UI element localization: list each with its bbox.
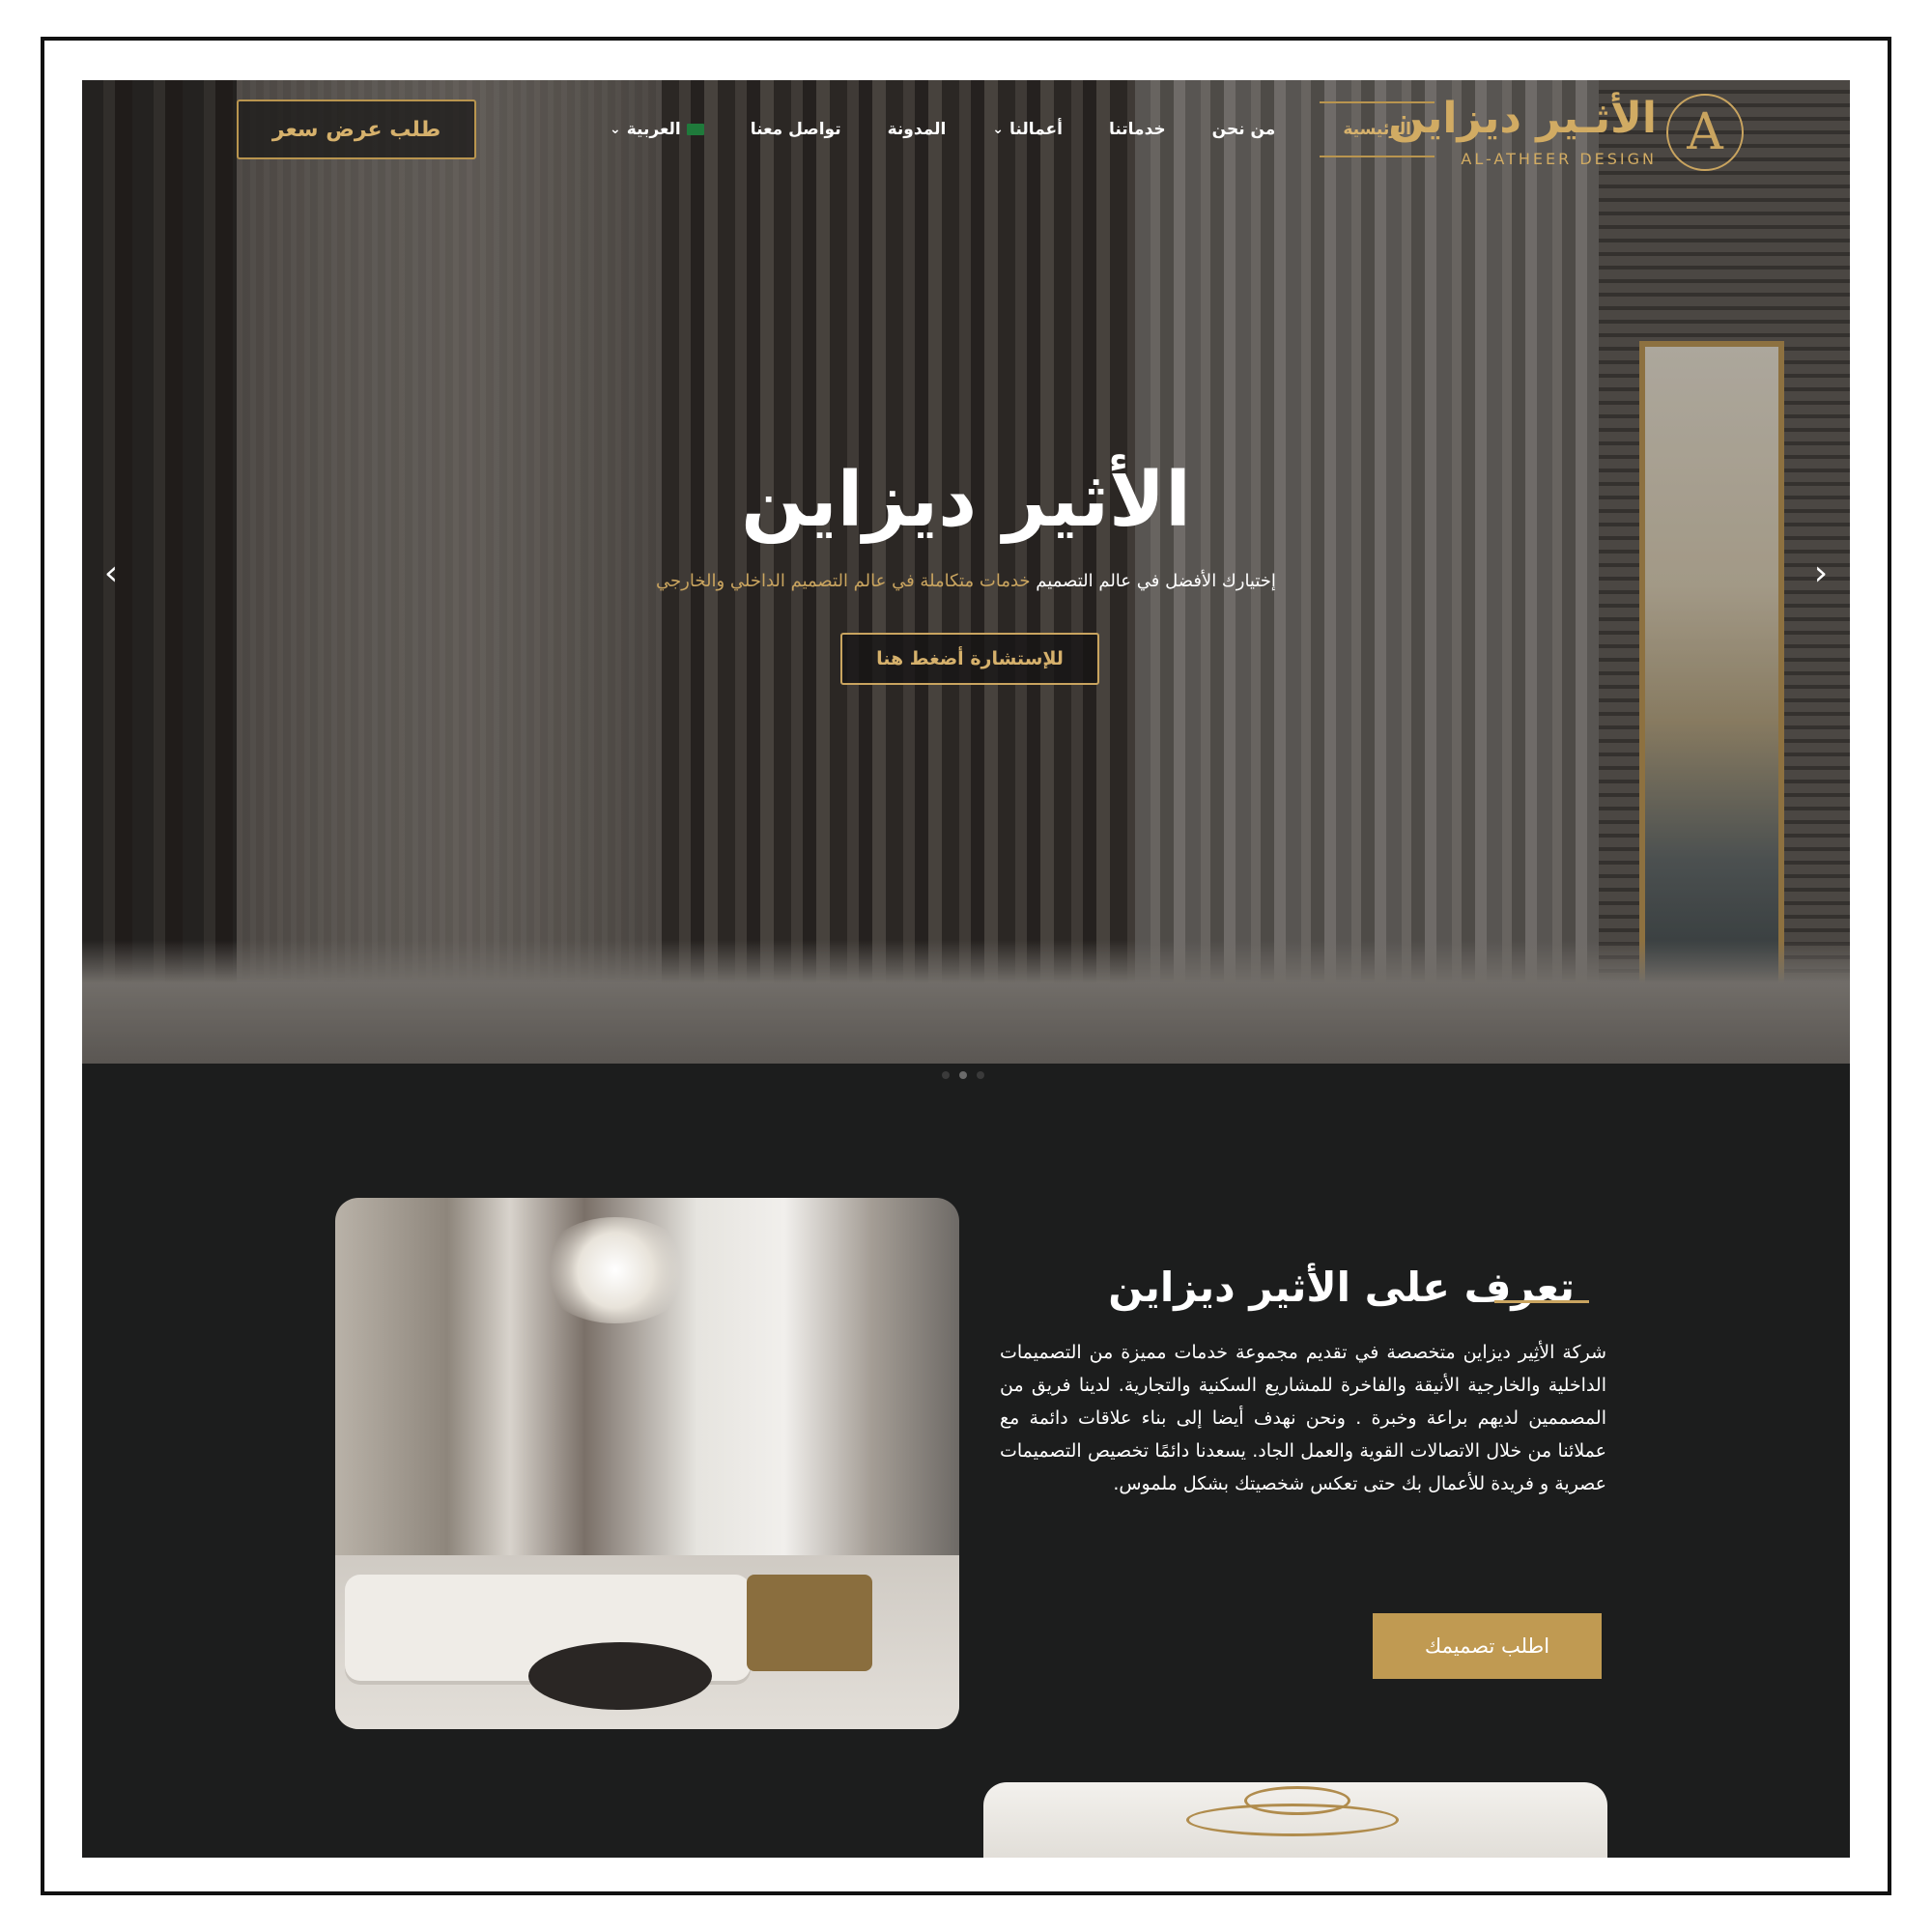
chevron-left-icon[interactable]: ‹ [92, 554, 130, 593]
hero-subtitle: إختيارك الأفضل في عالم التصميم خدمات متك… [82, 571, 1850, 591]
image-table [528, 1642, 712, 1710]
slider-dot[interactable] [942, 1071, 950, 1079]
main-menu: الرئيسية من نحن خدماتنا أعمالنا ⌄ المدونة… [563, 99, 1435, 159]
chevron-down-icon: ⌄ [610, 122, 621, 137]
request-quote-button[interactable]: طلب عرض سعر [237, 99, 476, 159]
about-title: تعرف على الأثير ديزاين [1108, 1264, 1575, 1311]
hero-subtitle-white: إختيارك الأفضل في عالم التصميم [1036, 571, 1276, 591]
about-description: شركة الأثِير ديزاين متخصصة في تقديم مجمو… [1000, 1342, 1606, 1494]
site-logo[interactable]: الأثـير ديزاين AL-ATHEER DESIGN A [1388, 94, 1792, 181]
logo-english-text: AL-ATHEER DESIGN [1461, 150, 1657, 168]
language-selector[interactable]: العربية ⌄ [610, 120, 704, 139]
nav-blog[interactable]: المدونة [888, 120, 947, 139]
request-design-button[interactable]: اطلب تصميمك [1373, 1613, 1602, 1679]
title-accent-line [1494, 1300, 1589, 1303]
image-ring-light [1244, 1786, 1350, 1815]
slider-dot-active[interactable] [959, 1071, 967, 1079]
hero-title: الأثير ديزاين [741, 457, 1191, 544]
nav-blog-label: المدونة [887, 120, 947, 139]
hero-slider: طلب عرض سعر الرئيسية من نحن خدماتنا أعما… [82, 80, 1850, 1064]
chevron-right-icon[interactable]: › [1802, 554, 1840, 593]
language-label: العربية [626, 120, 681, 139]
hero-subtitle-gold: خدمات متكاملة في عالم التصميم الداخلي وا… [656, 571, 1031, 591]
nav-services[interactable]: خدماتنا [1109, 120, 1166, 139]
slider-dot[interactable] [977, 1071, 984, 1079]
nav-services-label: خدماتنا [1108, 120, 1166, 139]
top-navigation: طلب عرض سعر الرئيسية من نحن خدماتنا أعما… [82, 80, 1850, 186]
nav-contact[interactable]: تواصل معنا [751, 120, 841, 139]
page: طلب عرض سعر الرئيسية من نحن خدماتنا أعما… [82, 80, 1850, 1858]
logo-arabic-text: الأثـير ديزاين [1388, 94, 1657, 143]
nav-works[interactable]: أعمالنا ⌄ [992, 120, 1063, 139]
project-image [983, 1782, 1607, 1858]
nav-contact-label: تواصل معنا [750, 120, 841, 139]
image-chandelier [538, 1217, 693, 1323]
chevron-down-icon: ⌄ [992, 122, 1005, 137]
saudi-flag-icon [686, 124, 704, 135]
slider-dots [942, 1071, 984, 1079]
nav-about-label: من نحن [1211, 120, 1276, 139]
logo-mark-icon: A [1666, 94, 1744, 171]
image-chair [747, 1575, 872, 1671]
nav-about[interactable]: من نحن [1212, 120, 1276, 139]
about-image [335, 1198, 959, 1729]
consultation-button[interactable]: للإستشارة أضغط هنا [840, 633, 1099, 685]
nav-works-label: أعمالنا [1009, 120, 1063, 139]
